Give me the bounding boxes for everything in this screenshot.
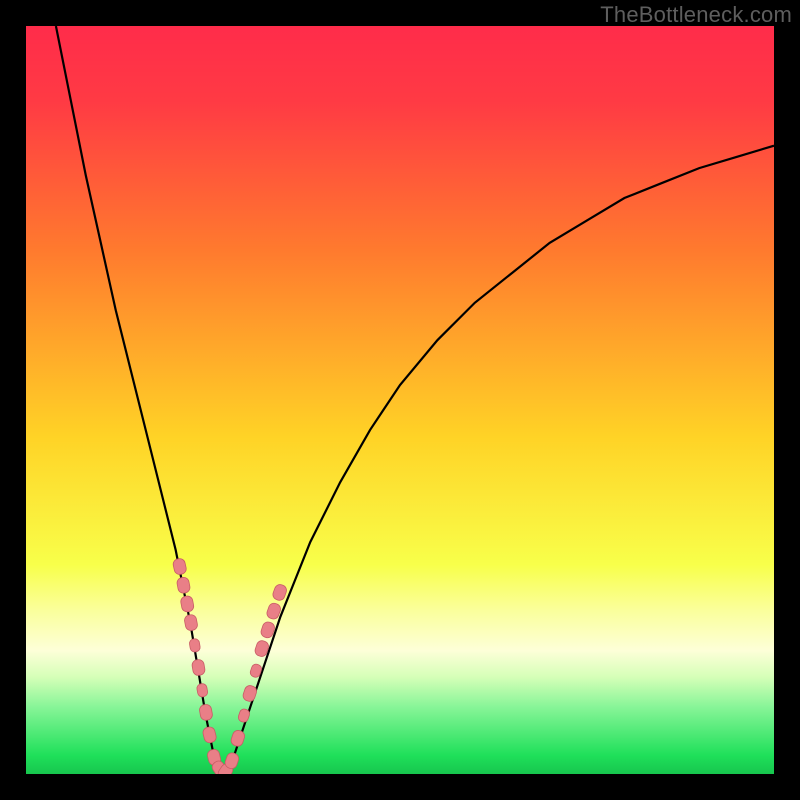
watermark-text: TheBottleneck.com xyxy=(600,2,792,28)
plot-area xyxy=(26,26,774,774)
heat-gradient-background xyxy=(26,26,774,774)
chart-frame: TheBottleneck.com xyxy=(0,0,800,800)
